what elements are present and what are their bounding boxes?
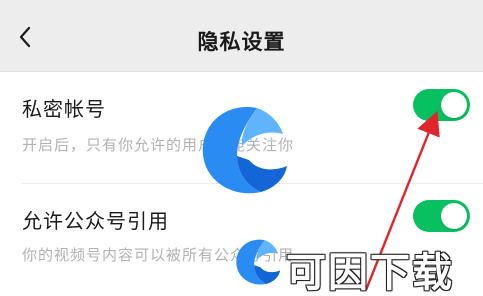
toggle-knob xyxy=(441,92,467,118)
page-title: 隐私设置 xyxy=(197,30,286,54)
private-account-description: 开启后，只有你允许的用户才能关注你 xyxy=(22,136,295,154)
setting-row-private-account xyxy=(0,72,483,184)
allow-official-account-toggle[interactable] xyxy=(413,200,470,232)
private-account-toggle[interactable] xyxy=(413,89,470,121)
allow-official-account-label: 允许公众号引用 xyxy=(22,209,169,233)
row-divider xyxy=(22,183,483,184)
setting-row-allow-official-account xyxy=(0,184,483,296)
toggle-knob xyxy=(441,203,467,229)
allow-official-account-description: 你的视频号内容可以被所有公众号引用 xyxy=(22,246,295,264)
private-account-label: 私密帐号 xyxy=(22,97,106,121)
privacy-settings-page: 隐私设置 私密帐号 开启后，只有你允许的用户才能关注你 允许公众号引用 你的视频… xyxy=(0,0,483,296)
navigation-bar: 隐私设置 xyxy=(0,0,483,72)
